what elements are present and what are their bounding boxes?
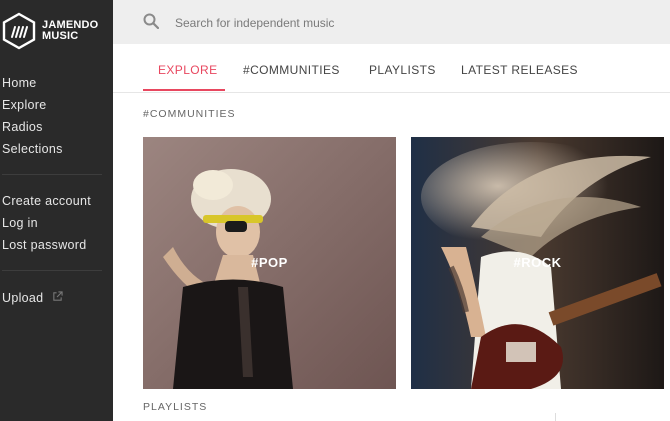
- sidebar-divider: [2, 174, 102, 175]
- external-link-icon: [53, 291, 63, 301]
- communities-heading: #COMMUNITIES: [143, 108, 236, 120]
- community-card-pop[interactable]: #POP: [143, 137, 396, 389]
- sidebar-account-nav: Create account Log in Lost password: [2, 190, 91, 256]
- sidebar-item-label: Upload: [2, 291, 44, 305]
- brand-line-2: MUSIC: [42, 30, 79, 42]
- sidebar-item-home[interactable]: Home: [2, 72, 63, 94]
- brand-name: JAMENDO MUSIC: [42, 20, 98, 42]
- jamendo-logo-icon: [2, 12, 36, 50]
- playlists-heading: PLAYLISTS: [143, 401, 208, 413]
- sidebar: JAMENDO MUSIC Home Explore Radios Select…: [0, 0, 113, 421]
- active-tab-indicator: [143, 89, 225, 91]
- tab-explore[interactable]: EXPLORE: [158, 63, 218, 77]
- sidebar-item-log-in[interactable]: Log in: [2, 212, 91, 234]
- search-icon[interactable]: [143, 13, 159, 29]
- sidebar-item-lost-password[interactable]: Lost password: [2, 234, 91, 256]
- sidebar-item-selections[interactable]: Selections: [2, 138, 63, 160]
- sidebar-item-upload[interactable]: Upload: [2, 287, 63, 309]
- sidebar-upload-nav: Upload: [2, 287, 63, 309]
- community-card-rock[interactable]: #ROCK: [411, 137, 664, 389]
- sidebar-divider: [2, 270, 102, 271]
- top-search-bar: [113, 0, 670, 44]
- tab-communities[interactable]: #COMMUNITIES: [243, 63, 340, 77]
- card-label-pop: #POP: [251, 255, 288, 270]
- sidebar-item-explore[interactable]: Explore: [2, 94, 63, 116]
- brand-logo[interactable]: JAMENDO MUSIC: [2, 12, 98, 50]
- tab-playlists[interactable]: PLAYLISTS: [369, 63, 436, 77]
- search-input[interactable]: [173, 12, 637, 34]
- sidebar-item-radios[interactable]: Radios: [2, 116, 63, 138]
- app-window: JAMENDO MUSIC Home Explore Radios Select…: [0, 0, 670, 421]
- main-tabs: EXPLORE #COMMUNITIES PLAYLISTS LATEST RE…: [113, 44, 670, 93]
- sidebar-item-create-account[interactable]: Create account: [2, 190, 91, 212]
- content-divider: [555, 413, 556, 421]
- sidebar-main-nav: Home Explore Radios Selections: [2, 72, 63, 160]
- card-label-rock: #ROCK: [513, 255, 562, 270]
- tab-latest-releases[interactable]: LATEST RELEASES: [461, 63, 578, 77]
